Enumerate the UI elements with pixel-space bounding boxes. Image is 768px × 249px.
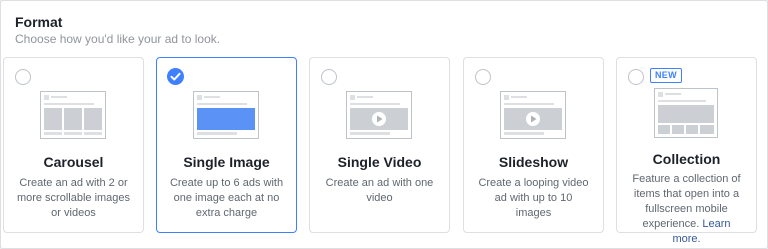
slideshow-preview-icon <box>500 91 566 139</box>
card-title-single-video: Single Video <box>337 154 422 170</box>
card-title-slideshow: Slideshow <box>498 154 569 170</box>
format-card-slideshow[interactable]: Slideshow Create a looping video ad with… <box>463 57 604 233</box>
radio-carousel[interactable] <box>15 69 31 85</box>
checkmark-icon[interactable] <box>167 68 184 85</box>
format-title: Format <box>15 14 63 30</box>
format-card-collection[interactable]: NEW Collection Feature a collection of i… <box>616 57 757 245</box>
video-preview-icon <box>346 91 412 139</box>
card-title-single-image: Single Image <box>183 154 270 170</box>
radio-single-video[interactable] <box>321 69 337 85</box>
new-badge: NEW <box>650 68 682 83</box>
collection-preview-icon <box>654 88 718 138</box>
format-card-single-video[interactable]: Single Video Create an ad with one video <box>309 57 450 233</box>
card-desc-single-video: Create an ad with one video <box>325 177 434 204</box>
card-desc-single-image: Create up to 6 ads with one image each a… <box>169 177 284 219</box>
card-desc-slideshow: Create a looping video ad with up to 10 … <box>478 177 589 219</box>
card-desc-collection: Feature a collection of items that open … <box>629 172 744 247</box>
format-subtitle: Choose how you'd like your ad to look. <box>15 32 221 46</box>
format-card-single-image[interactable]: Single Image Create up to 6 ads with one… <box>156 57 297 233</box>
radio-slideshow[interactable] <box>475 69 491 85</box>
card-desc-carousel: Create an ad with 2 or more scrollable i… <box>16 177 131 219</box>
single-image-preview-icon <box>193 91 259 139</box>
format-panel: Format Choose how you'd like your ad to … <box>0 0 768 249</box>
carousel-preview-icon <box>40 91 106 139</box>
card-title-collection: Collection <box>652 151 721 167</box>
card-title-carousel: Carousel <box>43 154 104 170</box>
radio-collection[interactable] <box>628 69 644 85</box>
format-card-carousel[interactable]: Carousel Create an ad with 2 or more scr… <box>3 57 144 233</box>
